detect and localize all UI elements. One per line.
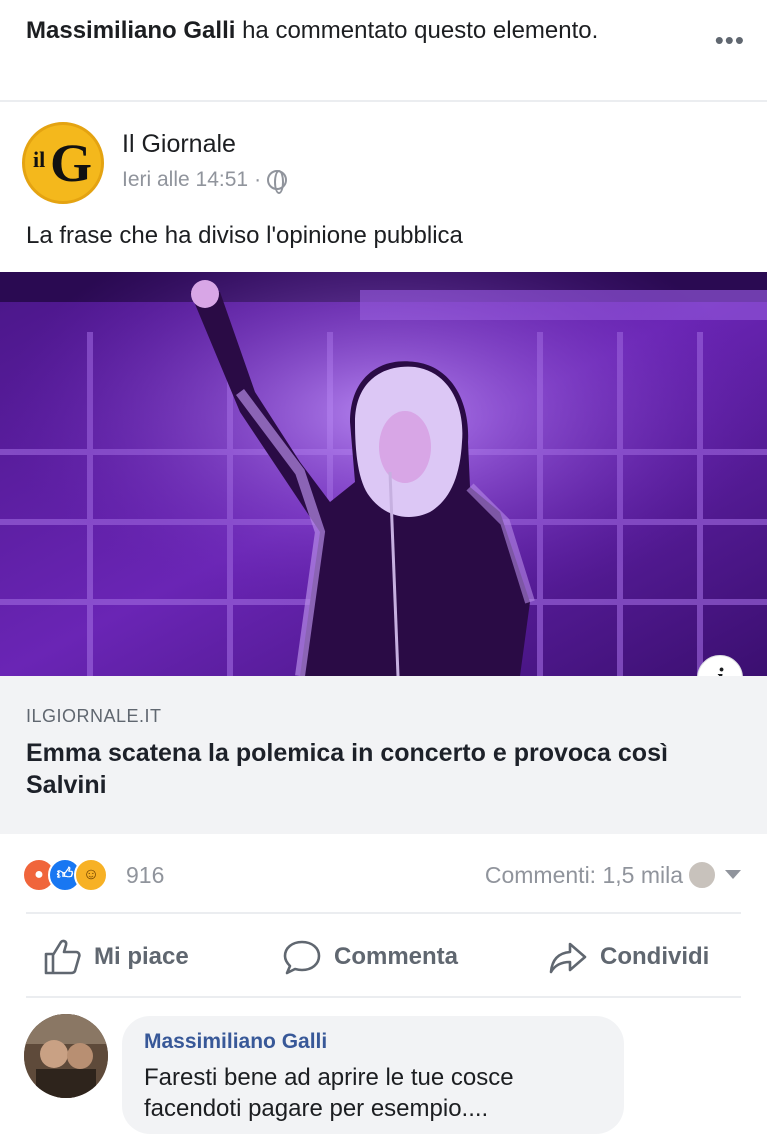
comment-item: Massimiliano Galli Faresti bene ad aprir… <box>0 1010 767 1145</box>
post-actions: Mi piace Commenta Condividi <box>0 922 767 996</box>
globe-icon <box>267 170 288 194</box>
haha-icon: ☺ <box>74 858 108 892</box>
comment-icon <box>283 940 321 975</box>
link-preview-box[interactable]: ILGIORNALE.IT Emma scatena la polemica i… <box>0 676 767 834</box>
comments-count[interactable]: Commenti: 1,5 mila <box>485 862 683 889</box>
like-button[interactable]: Mi piace <box>42 938 189 976</box>
activity-notice: Massimiliano Galli ha commentato questo … <box>0 0 767 100</box>
share-icon <box>549 942 587 974</box>
link-preview-image[interactable] <box>0 272 767 676</box>
page-logo[interactable]: il G <box>22 122 104 204</box>
notice-action-text: ha commentato questo elemento. <box>242 17 599 44</box>
divider <box>26 912 741 914</box>
share-button-label: Condividi <box>600 943 710 970</box>
notice-actor-name[interactable]: Massimiliano Galli <box>26 17 235 44</box>
page-name[interactable]: Il Giornale <box>122 130 236 159</box>
post-meta: Ieri alle 14:51 · <box>122 168 288 194</box>
reaction-count[interactable]: 916 <box>126 862 164 889</box>
commenter-avatar[interactable] <box>24 1014 108 1098</box>
thumbs-up-icon <box>44 939 81 975</box>
link-title[interactable]: Emma scatena la polemica in concerto e p… <box>26 737 726 801</box>
concert-photo <box>0 272 767 676</box>
link-domain: ILGIORNALE.IT <box>26 706 162 726</box>
post-stats: ● 👍︎ ☺ 916 Commenti: 1,5 mila <box>22 852 747 898</box>
divider <box>26 996 741 998</box>
share-button[interactable]: Condividi <box>548 938 709 976</box>
comment-button[interactable]: Commenta <box>282 938 458 976</box>
like-button-label: Mi piace <box>94 943 189 970</box>
post-header: il G Il Giornale Ieri alle 14:51 · <box>22 120 742 206</box>
avatar-photo <box>24 1014 108 1098</box>
comment-button-label: Commenta <box>334 943 459 970</box>
activity-notice-text: Massimiliano Galli ha commentato questo … <box>26 14 626 47</box>
comment-bubble: Massimiliano Galli Faresti bene ad aprir… <box>122 1016 624 1134</box>
meta-separator: · <box>254 168 262 191</box>
more-options-button[interactable]: ••• <box>715 27 745 53</box>
comment-author[interactable]: Massimiliano Galli <box>144 1030 602 1054</box>
logo-small-text: il <box>33 147 46 172</box>
chevron-down-icon[interactable] <box>725 870 741 879</box>
post-caption: La frase che ha diviso l'opinione pubbli… <box>26 222 463 249</box>
post-timestamp[interactable]: Ieri alle 14:51 <box>122 168 248 192</box>
logo-big-letter: G <box>50 133 93 193</box>
divider <box>0 100 767 102</box>
comment-text: Faresti bene ad aprire le tue cosce face… <box>144 1064 514 1122</box>
reactions-summary[interactable]: ● 👍︎ ☺ <box>22 858 122 892</box>
ellipsis-icon: ••• <box>714 25 745 55</box>
viewer-avatar[interactable] <box>687 860 717 890</box>
